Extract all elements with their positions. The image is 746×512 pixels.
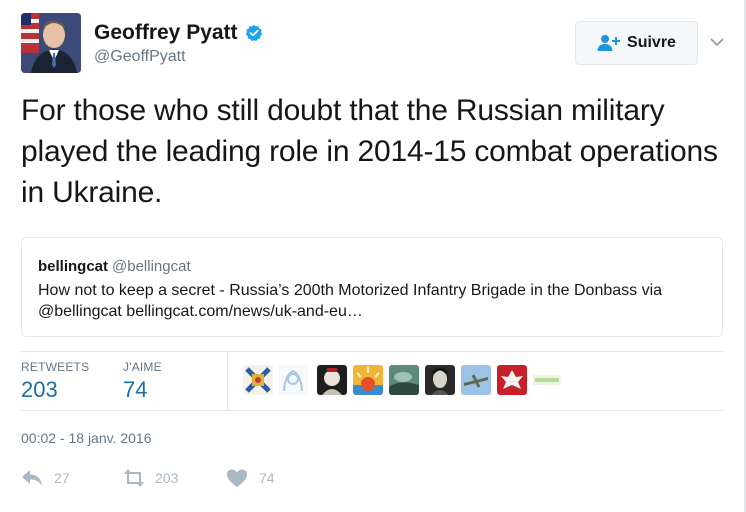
retweeter-avatar[interactable] (278, 365, 308, 395)
divider (21, 351, 723, 352)
retweeter-avatar[interactable] (497, 365, 527, 395)
likes-count: 74 (123, 377, 148, 402)
retweeter-avatar[interactable] (461, 365, 491, 395)
verified-badge-icon (245, 24, 263, 42)
tweet-header: Geoffrey Pyatt @GeoffPyatt Suivre (21, 13, 729, 75)
retweets-label: RETWEETS (21, 360, 90, 374)
retweets-count: 203 (21, 377, 58, 402)
author-display-name[interactable]: Geoffrey Pyatt (94, 21, 238, 45)
likes-stat[interactable]: J'AIME 74 (123, 360, 162, 403)
quoted-tweet[interactable]: bellingcat @bellingcat How not to keep a … (21, 237, 723, 337)
like-button[interactable]: 74 (226, 468, 275, 488)
follow-button[interactable]: Suivre (575, 21, 698, 65)
chevron-down-icon[interactable] (709, 35, 725, 47)
tweet-timestamp[interactable]: 00:02 - 18 janv. 2016 (21, 430, 152, 446)
retweets-stat[interactable]: RETWEETS 203 (21, 360, 89, 403)
tweet-card: Geoffrey Pyatt @GeoffPyatt Suivre For th… (0, 0, 746, 512)
quoted-tweet-text: How not to keep a secret - Russia’s 200t… (38, 282, 663, 320)
retweeter-avatar[interactable] (389, 365, 419, 395)
retweet-count: 203 (155, 470, 179, 486)
retweeter-avatar[interactable] (425, 365, 455, 395)
likes-label: J'AIME (123, 360, 162, 374)
stats-separator (227, 352, 228, 410)
tweet-text: For those who still doubt that the Russi… (21, 94, 718, 209)
follow-button-label: Suivre (627, 34, 676, 51)
author-handle[interactable]: @GeoffPyatt (94, 48, 263, 66)
retweeter-avatar[interactable] (243, 365, 273, 395)
retweet-icon (122, 468, 144, 488)
retweeter-avatar[interactable] (533, 375, 561, 385)
like-count: 74 (259, 470, 275, 486)
reply-button[interactable]: 27 (21, 468, 70, 488)
quoted-tweet-handle: @bellingcat (112, 258, 191, 275)
retweet-button[interactable]: 203 (122, 468, 178, 488)
divider (21, 410, 723, 411)
heart-icon (226, 468, 248, 488)
add-user-icon (597, 34, 621, 52)
reply-icon (21, 468, 43, 488)
retweeter-avatar[interactable] (353, 365, 383, 395)
quoted-tweet-name: bellingcat (38, 258, 109, 275)
author-names: Geoffrey Pyatt @GeoffPyatt (94, 21, 263, 66)
author-avatar[interactable] (21, 13, 81, 73)
retweeter-avatar[interactable] (317, 365, 347, 395)
reply-count: 27 (54, 470, 70, 486)
quoted-tweet-header: bellingcat @bellingcat (38, 258, 191, 275)
